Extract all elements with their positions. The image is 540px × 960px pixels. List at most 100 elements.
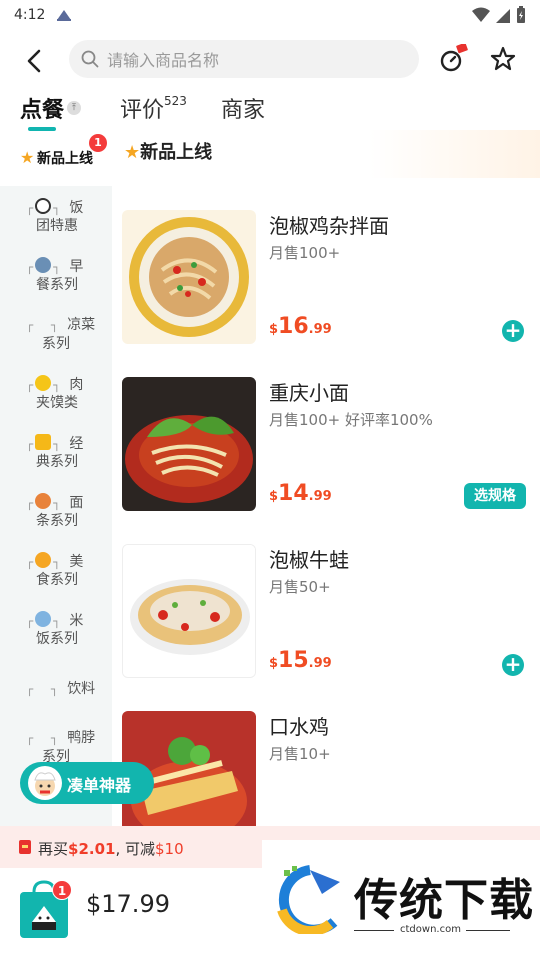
sidebar-item-label: 团特惠 (36, 218, 78, 234)
product-image[interactable] (122, 377, 256, 511)
sidebar-item[interactable]: ┌ ┐ 肉夹馍类 (0, 375, 112, 433)
sidebar-item[interactable]: ┌ ┐ 面条系列 (0, 493, 112, 551)
promo-text: 再买$2.01, 可减$10 (38, 838, 184, 859)
promo-discount: $10 (155, 840, 184, 858)
cart-total: $17.99 (86, 890, 170, 918)
price-currency: $ (269, 489, 279, 504)
price-integer: 14 (278, 481, 309, 506)
select-spec-button[interactable]: 选规格 (464, 483, 526, 509)
product-item[interactable]: 重庆小面 月售100+ 好评率100% $14.99 选规格 (122, 377, 540, 511)
add-to-cart-button[interactable]: + (502, 654, 524, 676)
product-item[interactable]: 泡椒牛蛙 月售50+ $15.99 + (122, 544, 540, 678)
product-item[interactable]: 口水鸡 月售10+ (122, 711, 540, 826)
pin-top-icon[interactable]: ⤒ (67, 101, 81, 115)
tab-reviews[interactable]: 评价523 (120, 92, 187, 124)
promo-amount: $2.01 (68, 840, 116, 858)
tab-reviews-count: 523 (164, 94, 187, 108)
add-to-cart-button[interactable]: + (502, 320, 524, 342)
sidebar-item-label: 饭 (69, 200, 84, 216)
price-integer: 16 (278, 314, 309, 339)
tab-merchant[interactable]: 商家 (221, 92, 265, 124)
sidebar-item[interactable]: ┌ ┐ 凉菜 系列 (0, 316, 112, 374)
search-input[interactable]: 请输入商品名称 (69, 40, 419, 78)
search-icon (81, 50, 99, 68)
sidebar-item-label: 餐系列 (36, 277, 78, 293)
product-price: $15.99 (269, 648, 332, 673)
sidebar-item[interactable]: ┌ ┐ 经典系列 (0, 434, 112, 492)
product-name: 重庆小面 (269, 381, 349, 405)
smile-icon (35, 375, 52, 391)
product-image[interactable] (122, 210, 256, 344)
tab-merchant-label: 商家 (221, 98, 266, 123)
sidebar-item-label: 米 (69, 613, 84, 629)
sidebar-item[interactable]: ┌ ┐ 美食系列 (0, 552, 112, 610)
signal-icon (496, 9, 510, 23)
product-price: $14.99 (269, 481, 332, 506)
status-bar: 4:12 (0, 0, 540, 30)
watermark-title: 传统下载 (354, 875, 534, 926)
promo-sep: , 可减 (115, 840, 156, 858)
tab-order-label: 点餐 (20, 98, 65, 123)
sidebar-item-label: 饮料 (67, 681, 96, 697)
top-bar: 请输入商品名称 (0, 38, 540, 82)
promo-prefix: 再买 (38, 840, 69, 858)
favorite-star-icon[interactable] (488, 44, 518, 74)
sidebar-item-label: 经 (69, 436, 84, 452)
red-packet-icon (19, 840, 31, 854)
product-name: 泡椒鸡杂拌面 (269, 214, 389, 238)
plate-icon (35, 257, 52, 273)
sidebar-item-label: 肉 (69, 377, 84, 393)
back-arrow-icon[interactable] (20, 46, 50, 76)
rice-bowl-icon (35, 611, 52, 627)
wifi-icon (472, 7, 490, 22)
sidebar-badge: 1 (89, 134, 107, 152)
price-decimal: .99 (308, 489, 332, 504)
chef-icon (28, 766, 62, 800)
sidebar-item-label: 系列 (42, 336, 70, 352)
sidebar-item-label: 凉菜 (67, 317, 96, 333)
watermark: 传统下载 ctdown.com (262, 840, 540, 960)
noodle-bowl-icon (35, 493, 52, 509)
watermark-divider (466, 930, 510, 931)
product-item[interactable]: 泡椒鸡杂拌面 月售100+ $16.99 + (122, 210, 540, 344)
product-sales: 月售10+ (269, 745, 331, 763)
product-sales: 月售50+ (269, 578, 331, 596)
price-integer: 15 (278, 648, 309, 673)
tab-active-indicator (28, 127, 56, 131)
sidebar-item[interactable]: ┌ ┐ 饭团特惠 (0, 198, 112, 256)
sidebar-item[interactable]: ┌ ┐ 早餐系列 (0, 257, 112, 315)
status-time: 4:12 (14, 7, 46, 23)
sidebar-item-label: 早 (69, 259, 84, 275)
sidebar-item-label: 夹馍类 (36, 395, 78, 411)
price-decimal: .99 (308, 322, 332, 337)
rice-ball-icon (35, 198, 52, 214)
combo-helper-button[interactable]: 凑单神器 (20, 762, 154, 804)
product-name: 泡椒牛蛙 (269, 548, 349, 572)
coupon-timer-icon[interactable] (438, 44, 468, 74)
category-sidebar[interactable]: ┌ ┐ 饭团特惠 ┌ ┐ 早餐系列 ┌ ┐ 凉菜 系列 ┌ ┐ 肉夹馍类 ┌ ┐ 经典系列… (0, 186, 112, 826)
price-currency: $ (269, 322, 279, 337)
section-title-label: 新品上线 (140, 142, 213, 163)
sidebar-item-label: 饭系列 (36, 631, 78, 647)
sidebar-item-label: 新品上线 (37, 151, 93, 167)
watermark-url: ctdown.com (400, 924, 461, 935)
watermark-logo-icon (277, 865, 340, 934)
sidebar-item-label: 食系列 (36, 572, 78, 588)
sidebar-item-label: 条系列 (36, 513, 78, 529)
cart-count-badge: 1 (52, 880, 72, 900)
price-decimal: .99 (308, 656, 332, 671)
tab-order[interactable]: 点餐 (20, 92, 64, 124)
product-image[interactable] (122, 544, 256, 678)
price-currency: $ (269, 656, 279, 671)
product-price: $16.99 (269, 314, 332, 339)
star-icon: ★ (20, 148, 35, 167)
app-notification-icon (57, 10, 72, 21)
combo-label: 凑单神器 (67, 776, 132, 795)
sidebar-item-label: 面 (69, 495, 84, 511)
product-name: 口水鸡 (269, 715, 329, 739)
thumbs-up-icon (35, 434, 52, 450)
tab-reviews-label: 评价 (120, 98, 165, 123)
product-sales: 月售100+ 好评率100% (269, 411, 433, 429)
sidebar-item[interactable]: ┌ ┐ 米饭系列 (0, 611, 112, 669)
battery-icon (517, 6, 525, 23)
